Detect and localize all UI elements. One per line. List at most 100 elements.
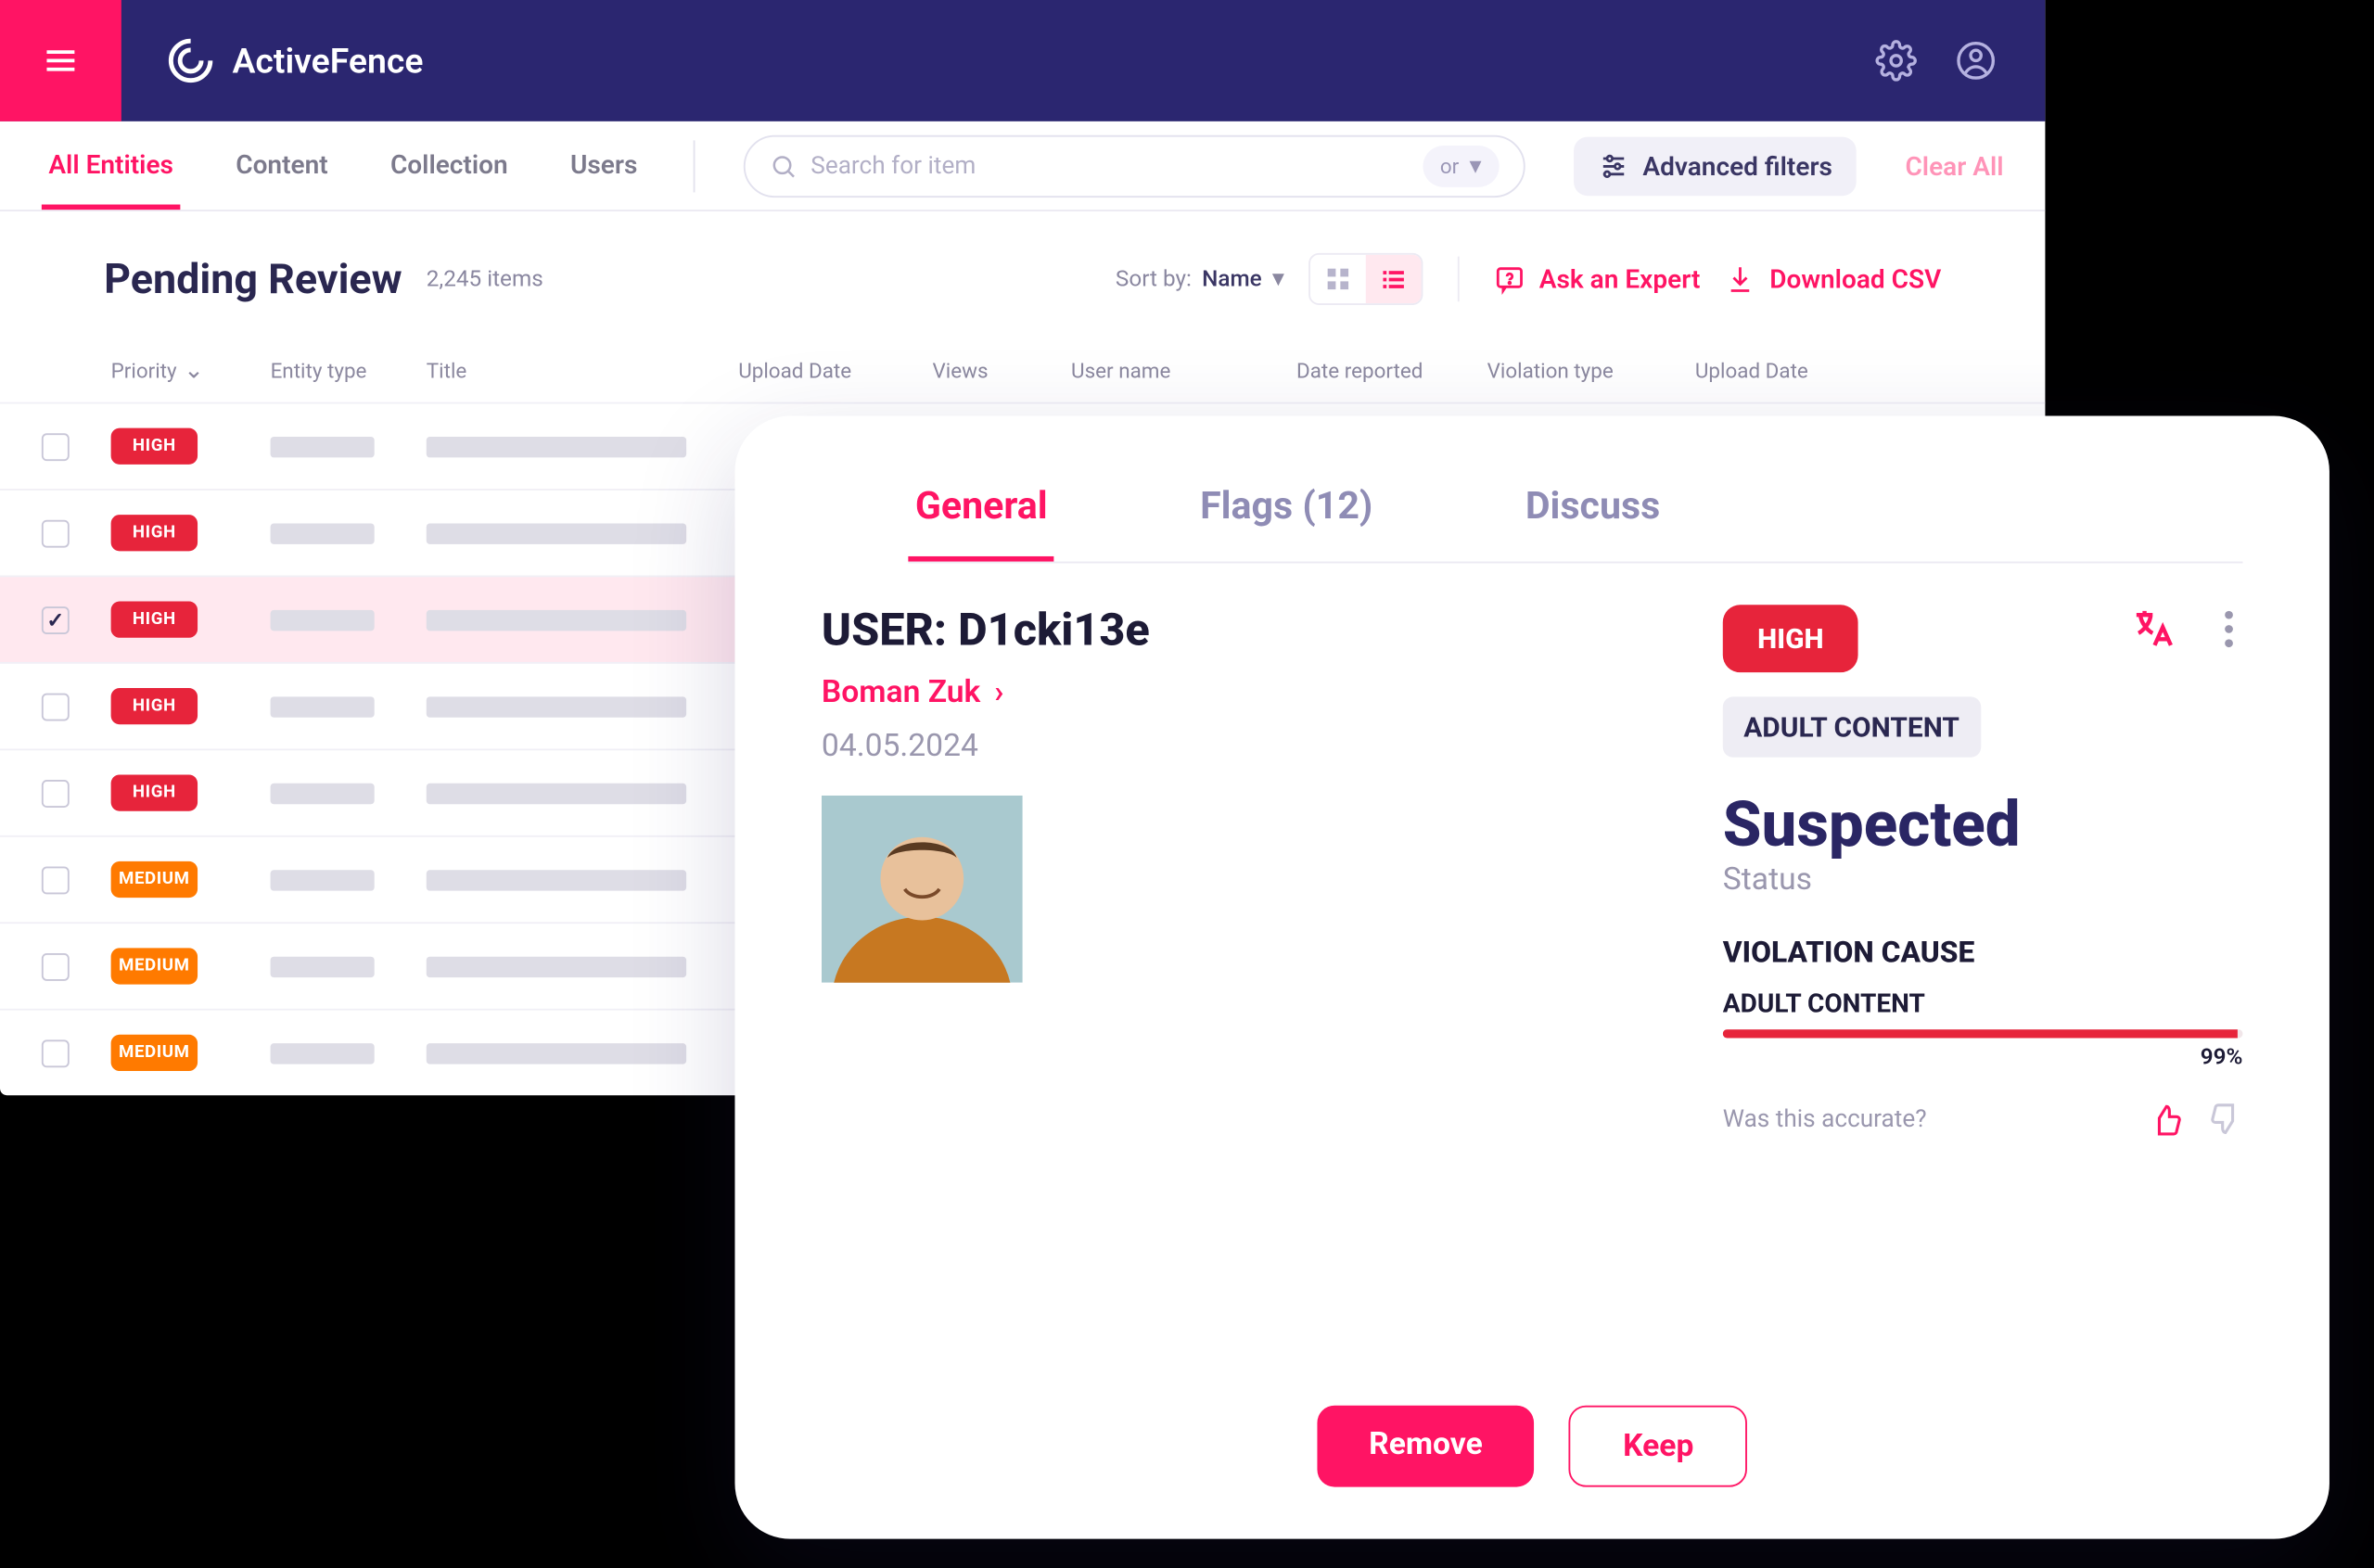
hamburger-icon <box>40 40 82 82</box>
thumbs-up-icon[interactable] <box>2150 1103 2184 1137</box>
priority-badge: MEDIUM <box>111 948 198 984</box>
col-title[interactable]: Title <box>427 359 704 383</box>
more-icon[interactable] <box>2204 605 2253 653</box>
table-header: Priority⌄ Entity type Title Upload Date … <box>0 323 2045 402</box>
avatar <box>822 796 1023 983</box>
col-entity-type[interactable]: Entity type <box>271 359 392 383</box>
grid-view-button[interactable] <box>1310 255 1366 303</box>
keep-button[interactable]: Keep <box>1569 1406 1747 1487</box>
settings-icon[interactable] <box>1875 40 1917 82</box>
violation-cause-percent: 99% <box>1723 1045 2243 1071</box>
chevron-right-icon: › <box>994 674 1003 710</box>
detail-user-heading: USER: D1cki13e <box>822 605 1653 657</box>
violation-cause-bar <box>1723 1029 2243 1038</box>
list-view-button[interactable] <box>1366 255 1422 303</box>
priority-badge: HIGH <box>111 428 198 465</box>
detail-tab-general[interactable]: General <box>908 475 1054 561</box>
detail-actions: Remove Keep <box>822 1406 2243 1487</box>
row-checkbox[interactable] <box>42 952 70 980</box>
list-icon <box>1380 265 1408 293</box>
item-count: 2,245 items <box>427 266 543 292</box>
tab-users[interactable]: Users <box>563 125 644 210</box>
sliders-icon <box>1598 150 1629 182</box>
placeholder <box>427 523 686 543</box>
detail-right: HIGH ADULT CONTENT Suspected Status VIOL… <box>1723 605 2243 1388</box>
tab-all-entities[interactable]: All Entities <box>42 125 181 210</box>
violation-chip: ADULT CONTENT <box>1723 696 1981 757</box>
help-chat-icon <box>1494 263 1525 295</box>
row-checkbox[interactable] <box>42 606 70 633</box>
priority-badge: MEDIUM <box>111 1035 198 1071</box>
menu-button[interactable] <box>0 0 121 121</box>
violation-cause-label: ADULT CONTENT <box>1723 988 2243 1019</box>
detail-panel: General Flags (12) Discuss USER: D1cki13… <box>734 416 2329 1539</box>
placeholder <box>271 436 375 456</box>
chevron-down-icon: ▾ <box>1272 265 1284 293</box>
search-icon <box>769 152 797 180</box>
col-views[interactable]: Views <box>933 359 1037 383</box>
avatar-image <box>822 796 1023 983</box>
search-placeholder: Search for item <box>810 152 1423 180</box>
col-user-name[interactable]: User name <box>1071 359 1262 383</box>
placeholder <box>271 1042 375 1063</box>
detail-date: 04.05.2024 <box>822 728 1653 764</box>
detail-priority-badge: HIGH <box>1723 605 1858 672</box>
placeholder <box>271 956 375 976</box>
detail-tab-flags[interactable]: Flags (12) <box>1193 475 1380 561</box>
status-value: Suspected <box>1723 788 2243 860</box>
row-checkbox[interactable] <box>42 779 70 807</box>
row-checkbox[interactable] <box>42 432 70 460</box>
clear-all-button[interactable]: Clear All <box>1905 150 2003 182</box>
col-date-reported[interactable]: Date reported <box>1296 359 1452 383</box>
sort-by[interactable]: Sort by: Name ▾ <box>1116 265 1284 293</box>
col-upload-date-2[interactable]: Upload Date <box>1695 359 2004 383</box>
advanced-filters-button[interactable]: Advanced filters <box>1574 136 1857 196</box>
ask-expert-button[interactable]: Ask an Expert <box>1494 263 1700 295</box>
row-checkbox[interactable] <box>42 866 70 894</box>
placeholder <box>271 523 375 543</box>
page-title: Pending Review <box>104 255 402 303</box>
status-label: Status <box>1723 861 2243 898</box>
detail-left: USER: D1cki13e Boman Zuk › 04.05.2024 <box>822 605 1653 1388</box>
placeholder <box>427 869 686 889</box>
profile-icon[interactable] <box>1955 40 1997 82</box>
search-mode-or[interactable]: or▾ <box>1423 145 1499 186</box>
col-priority[interactable]: Priority⌄ <box>111 357 236 385</box>
detail-tab-discuss[interactable]: Discuss <box>1518 475 1666 561</box>
translate-icon[interactable] <box>2128 605 2176 653</box>
grid-icon <box>1324 265 1352 293</box>
view-toggle <box>1308 253 1423 305</box>
remove-button[interactable]: Remove <box>1317 1406 1535 1487</box>
content-header: Pending Review 2,245 items Sort by: Name… <box>0 211 2045 323</box>
priority-badge: HIGH <box>111 774 198 810</box>
placeholder <box>427 695 686 716</box>
priority-badge: HIGH <box>111 515 198 551</box>
tab-content[interactable]: Content <box>229 125 335 210</box>
violation-cause-heading: VIOLATION CAUSE <box>1723 936 2243 970</box>
search-input[interactable]: Search for item or▾ <box>743 134 1525 197</box>
thumbs-down-icon[interactable] <box>2208 1103 2242 1137</box>
chevron-down-icon: ▾ <box>1469 152 1481 180</box>
row-checkbox[interactable] <box>42 1039 70 1066</box>
row-checkbox[interactable] <box>42 519 70 547</box>
col-upload-date[interactable]: Upload Date <box>738 359 898 383</box>
download-icon <box>1725 263 1756 295</box>
row-checkbox[interactable] <box>42 693 70 720</box>
placeholder <box>271 869 375 889</box>
placeholder <box>427 1042 686 1063</box>
detail-tabs: General Flags (12) Discuss <box>908 475 2242 563</box>
priority-badge: MEDIUM <box>111 861 198 898</box>
brand-name: ActiveFence <box>232 40 423 82</box>
entity-tabs: All Entities Content Collection Users <box>42 121 645 210</box>
placeholder <box>427 436 686 456</box>
brand-logo-icon <box>166 36 214 84</box>
placeholder <box>271 695 375 716</box>
accuracy-prompt: Was this accurate? <box>1723 1103 2243 1137</box>
placeholder <box>271 783 375 803</box>
download-csv-button[interactable]: Download CSV <box>1725 263 1942 295</box>
col-violation-type[interactable]: Violation type <box>1487 359 1661 383</box>
priority-badge: HIGH <box>111 602 198 638</box>
tab-collection[interactable]: Collection <box>383 125 515 210</box>
chevron-down-icon: ⌄ <box>184 357 204 385</box>
detail-user-link[interactable]: Boman Zuk › <box>822 674 1653 710</box>
